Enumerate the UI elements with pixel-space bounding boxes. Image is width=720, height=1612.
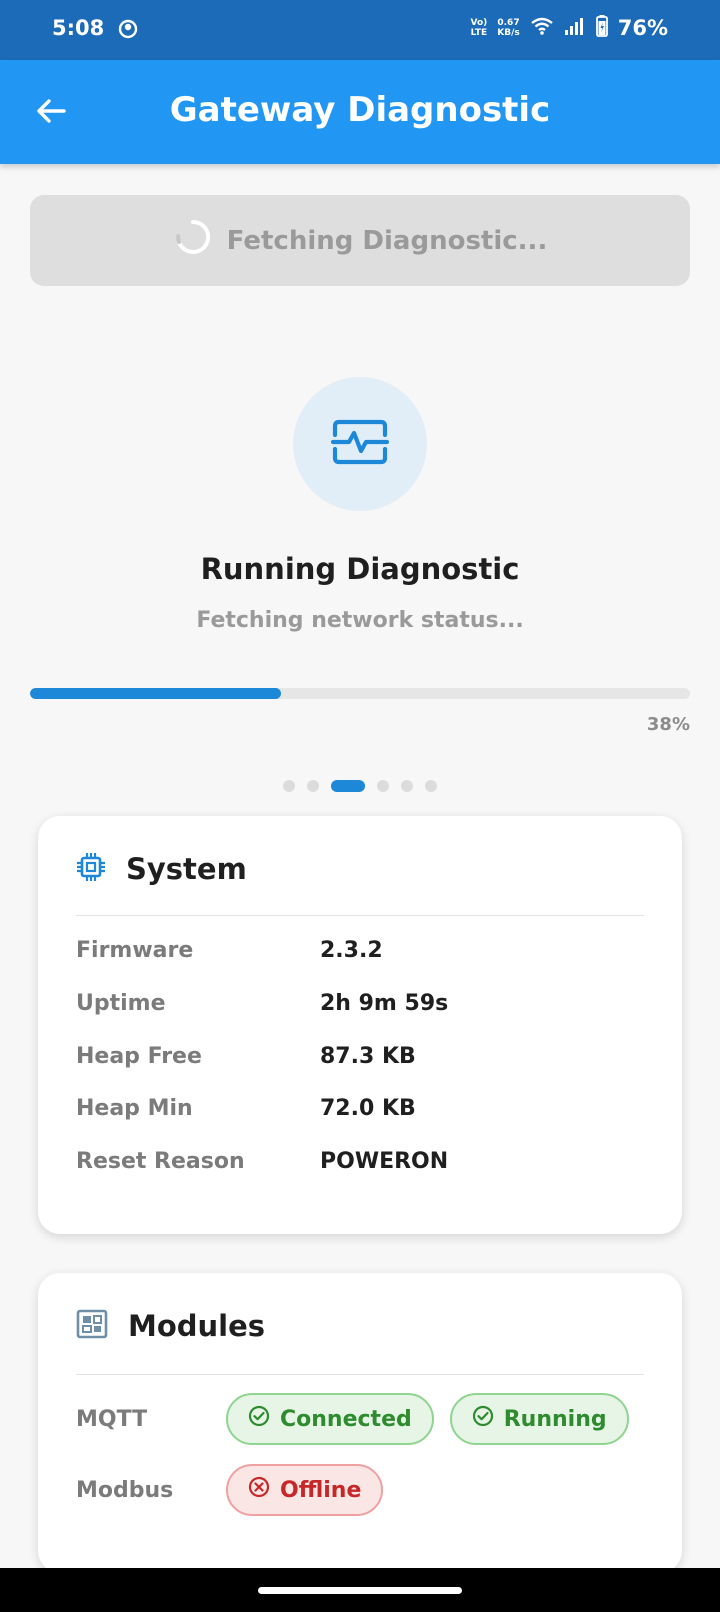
modules-card-title: Modules	[128, 1309, 266, 1343]
status-chip-label: Connected	[280, 1406, 412, 1432]
system-row-label: Firmware	[76, 938, 194, 963]
progress-bar	[30, 688, 690, 699]
system-row-value: 2h 9m 59s	[320, 991, 449, 1016]
status-indicators: Vo) LTE 0.67 KB/s 76%	[470, 15, 668, 41]
check-circle-icon	[248, 1405, 270, 1433]
progress-bar-fill	[30, 688, 281, 699]
module-row-modbus: Modbus Offline	[76, 1464, 399, 1516]
step-indicator	[0, 780, 720, 792]
status-chip-label: Running	[503, 1406, 607, 1432]
system-row-reset-reason: Reset Reason POWERON	[76, 1149, 448, 1174]
status-chip-label: Offline	[280, 1477, 362, 1503]
step-dot	[401, 780, 413, 792]
modules-card-header: Modules	[76, 1309, 265, 1343]
modules-card-divider	[76, 1374, 644, 1375]
status-time: 5:08	[52, 16, 105, 40]
system-navigation-bar	[0, 1568, 720, 1612]
spinner-icon	[173, 217, 213, 264]
signal-icon	[564, 16, 586, 40]
step-dot	[307, 780, 319, 792]
system-row-label: Heap Min	[76, 1096, 193, 1121]
diagnostic-title: Running Diagnostic	[200, 552, 520, 586]
page-title: Gateway Diagnostic	[169, 90, 551, 130]
module-name: MQTT	[76, 1406, 148, 1432]
system-row-value: POWERON	[320, 1149, 449, 1174]
system-row-value: 2.3.2	[320, 938, 383, 963]
status-bar: 5:08 Vo) LTE 0.67 KB/s 76%	[0, 0, 720, 60]
system-row-uptime: Uptime 2h 9m 59s	[76, 991, 448, 1016]
system-card: System Firmware 2.3.2 Uptime 2h 9m 59s H…	[38, 816, 682, 1234]
diagnostic-icon-badge	[293, 377, 427, 511]
module-grid-icon	[76, 1309, 108, 1343]
step-dot	[425, 780, 437, 792]
system-row-heap-min: Heap Min 72.0 KB	[76, 1096, 416, 1121]
system-card-title: System	[126, 852, 247, 886]
system-row-label: Uptime	[76, 991, 166, 1016]
system-card-divider	[76, 915, 644, 916]
fetch-diagnostic-button[interactable]: Fetching Diagnostic...	[30, 195, 690, 286]
diagnostic-status-text: Fetching network status...	[196, 608, 524, 633]
modules-card: Modules MQTT Connected Running Modbus Of…	[38, 1273, 682, 1573]
cpu-chip-icon	[76, 852, 106, 886]
system-row-firmware: Firmware 2.3.2	[76, 938, 383, 963]
system-row-label: Reset Reason	[76, 1149, 245, 1174]
step-dot-active	[331, 780, 365, 792]
system-row-heap-free: Heap Free 87.3 KB	[76, 1044, 416, 1069]
module-row-mqtt: MQTT Connected Running	[76, 1393, 645, 1445]
system-row-label: Heap Free	[76, 1044, 202, 1069]
system-row-value: 87.3 KB	[320, 1044, 416, 1069]
check-circle-icon	[472, 1405, 494, 1433]
status-chip-connected: Connected	[226, 1393, 434, 1445]
app-bar: Gateway Diagnostic	[0, 60, 720, 164]
system-row-value: 72.0 KB	[320, 1096, 416, 1121]
pulse-monitor-icon	[330, 419, 390, 469]
home-gesture-handle[interactable]	[258, 1587, 462, 1594]
fetch-button-label: Fetching Diagnostic...	[226, 225, 548, 256]
step-dot	[283, 780, 295, 792]
progress-percentage: 38%	[646, 714, 690, 735]
status-chip-running: Running	[449, 1393, 629, 1445]
step-dot	[377, 780, 389, 792]
notification-icon	[118, 19, 138, 43]
net-speed-indicator: 0.67 KB/s	[497, 18, 520, 38]
wifi-icon	[530, 16, 554, 40]
module-name: Modbus	[76, 1477, 174, 1503]
volte-indicator: Vo) LTE	[470, 18, 488, 38]
battery-percentage: 76%	[617, 16, 668, 40]
battery-icon	[595, 15, 608, 41]
system-card-header: System	[76, 852, 247, 886]
status-chip-offline: Offline	[226, 1464, 384, 1516]
x-circle-icon	[248, 1476, 270, 1504]
